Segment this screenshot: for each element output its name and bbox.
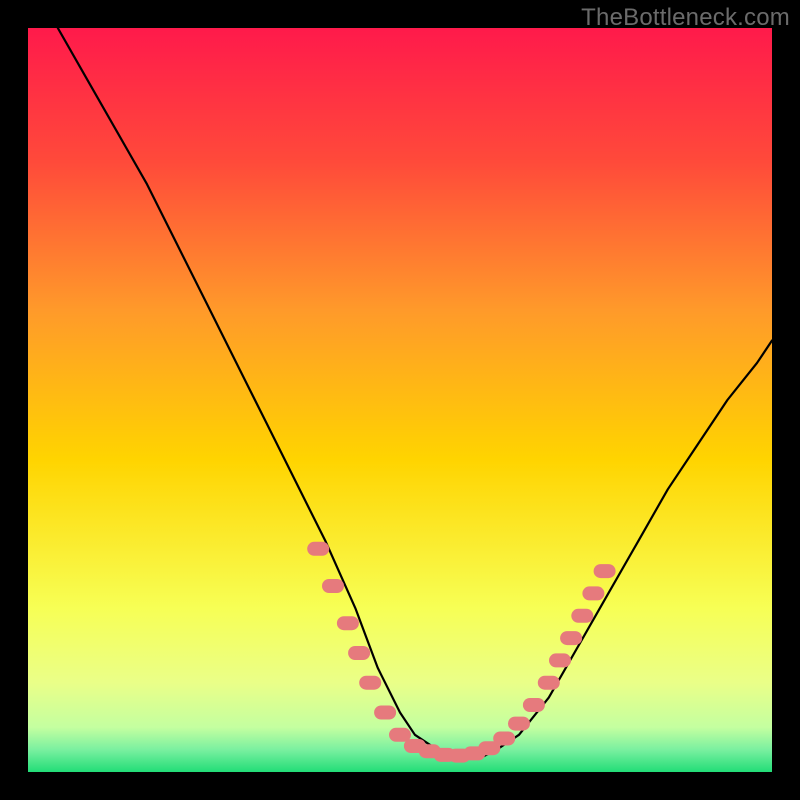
data-marker <box>560 631 582 645</box>
data-marker <box>523 698 545 712</box>
data-marker <box>389 728 411 742</box>
data-marker <box>549 653 571 667</box>
data-marker <box>359 676 381 690</box>
chart-frame: TheBottleneck.com <box>0 0 800 800</box>
data-marker <box>307 542 329 556</box>
gradient-background <box>28 28 772 772</box>
chart-svg <box>28 28 772 772</box>
data-marker <box>594 564 616 578</box>
data-marker <box>493 732 515 746</box>
data-marker <box>538 676 560 690</box>
data-marker <box>322 579 344 593</box>
data-marker <box>348 646 370 660</box>
data-marker <box>337 616 359 630</box>
data-marker <box>582 586 604 600</box>
plot-area <box>28 28 772 772</box>
data-marker <box>374 706 396 720</box>
data-marker <box>508 717 530 731</box>
data-marker <box>571 609 593 623</box>
